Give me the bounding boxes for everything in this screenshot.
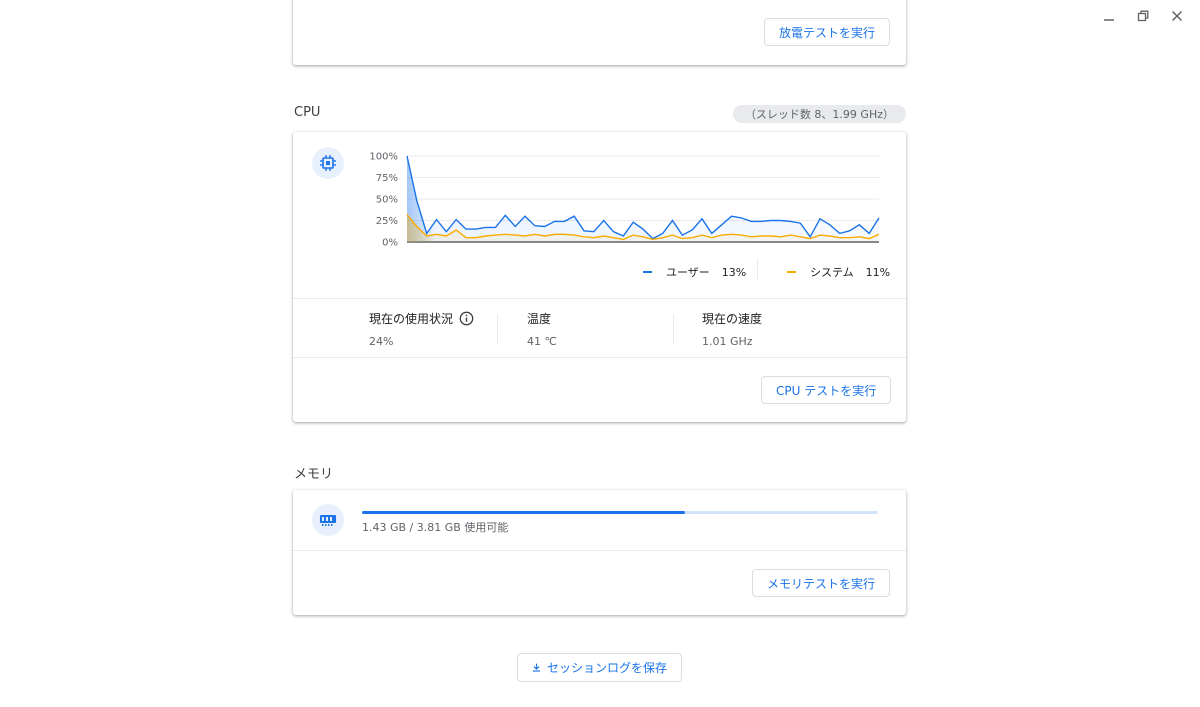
y-tick-label: 50% <box>376 195 398 206</box>
legend-system-value: 11% <box>865 265 891 279</box>
stat-separator <box>497 314 498 344</box>
usage-stat: 現在の使用状況 24% <box>369 310 474 348</box>
legend-user-label: ユーザー <box>666 266 710 279</box>
download-icon <box>532 663 541 672</box>
y-tick-label: 0% <box>382 238 398 249</box>
legend-user: ユーザー 13% <box>643 264 746 280</box>
memory-card: 1.43 GB / 3.81 GB 使用可能 メモリテストを実行 <box>293 490 906 615</box>
save-session-log-button[interactable]: セッションログを保存 <box>517 653 682 682</box>
memory-icon <box>320 515 336 526</box>
save-session-log-label: セッションログを保存 <box>546 661 667 675</box>
cpu-section-title: CPU <box>294 105 321 120</box>
memory-usage-text: 1.43 GB / 3.81 GB 使用可能 <box>362 521 509 534</box>
temperature-value: 41 ℃ <box>527 335 557 348</box>
legend-user-value: 13% <box>721 265 747 279</box>
legend-system-label: システム <box>810 266 854 279</box>
cpu-usage-chart: 100% 75% 50% 25% 0% <box>369 152 880 249</box>
y-tick-label: 75% <box>376 173 398 184</box>
usage-value: 24% <box>369 335 394 348</box>
series-line-user <box>406 155 880 240</box>
cpu-card: 100% 75% 50% 25% 0% ユーザー 13% システム 11% 現在の使用状… <box>293 132 906 422</box>
restore-icon <box>1137 10 1149 22</box>
memory-divider <box>293 550 906 551</box>
memory-usage-bar <box>362 511 878 514</box>
info-icon[interactable] <box>459 311 474 326</box>
close-icon <box>1171 10 1183 22</box>
speed-value: 1.01 GHz <box>702 335 753 348</box>
cpu-divider-top <box>293 298 906 299</box>
memory-test-button[interactable]: メモリテストを実行 <box>752 569 891 597</box>
legend-system: システム 11% <box>787 264 890 280</box>
temperature-label: 温度 <box>527 312 552 326</box>
memory-section-title: メモリ <box>294 467 334 482</box>
close-button[interactable] <box>1164 6 1190 26</box>
usage-label: 現在の使用状況 <box>369 312 454 326</box>
window-controls <box>1096 6 1190 26</box>
legend-divider <box>757 258 758 280</box>
memory-usage-fill <box>362 511 685 514</box>
y-tick-label: 25% <box>376 216 398 227</box>
y-tick-label: 100% <box>369 152 398 163</box>
cpu-info-chip: （スレッド数 8、1.99 GHz） <box>732 105 906 123</box>
minimize-button[interactable] <box>1096 6 1122 26</box>
temperature-stat: 温度 41 ℃ <box>527 310 557 348</box>
user-legend-swatch <box>643 271 652 273</box>
battery-card: 放電テストを実行 <box>293 0 906 65</box>
speed-stat: 現在の速度 1.01 GHz <box>702 310 762 348</box>
speed-label: 現在の速度 <box>702 312 763 326</box>
discharge-test-button[interactable]: 放電テストを実行 <box>764 18 891 46</box>
cpu-test-button[interactable]: CPU テストを実行 <box>761 376 892 404</box>
minimize-icon <box>1104 19 1114 21</box>
memory-icon-badge <box>312 504 344 536</box>
restore-button[interactable] <box>1130 6 1156 26</box>
chart-y-ticks: 100% 75% 50% 25% 0% <box>369 152 398 249</box>
stat-separator <box>673 314 674 344</box>
system-legend-swatch <box>787 271 796 273</box>
cpu-divider-bottom <box>293 357 906 358</box>
